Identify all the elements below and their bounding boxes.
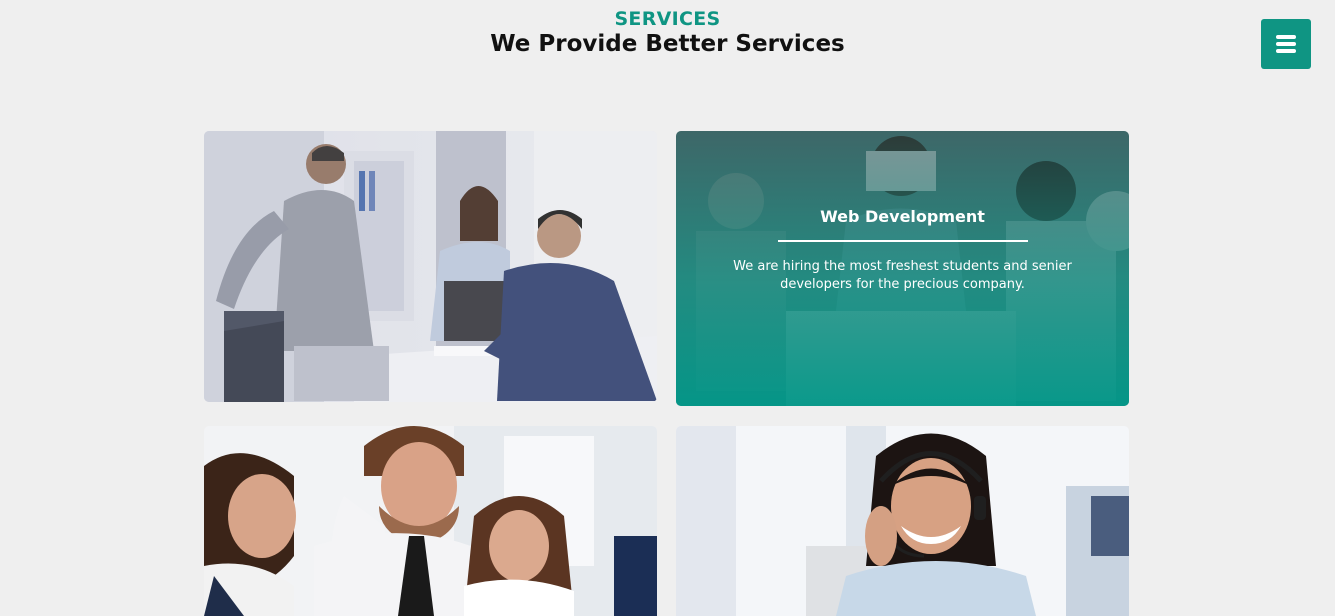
service-card-web-development[interactable]: Web Development We are hiring the most f… (676, 131, 1129, 406)
title-divider (777, 240, 1028, 242)
section-eyebrow: SERVICES (614, 8, 721, 30)
service-card-team-collaboration[interactable] (204, 426, 657, 616)
card-overlay-content: Web Development We are hiring the most f… (676, 207, 1129, 294)
section-title: We Provide Better Services (490, 31, 845, 57)
team-at-computer-photo (204, 426, 657, 616)
hamburger-menu-icon (1276, 35, 1296, 53)
menu-toggle-button[interactable] (1261, 19, 1311, 69)
service-description: We are hiring the most freshest students… (733, 259, 1072, 292)
customer-support-photo (676, 426, 1129, 616)
service-card-business-meeting[interactable] (204, 131, 657, 402)
service-title: Web Development (820, 207, 985, 226)
business-meeting-photo (204, 131, 657, 402)
service-card-customer-support[interactable] (676, 426, 1129, 616)
